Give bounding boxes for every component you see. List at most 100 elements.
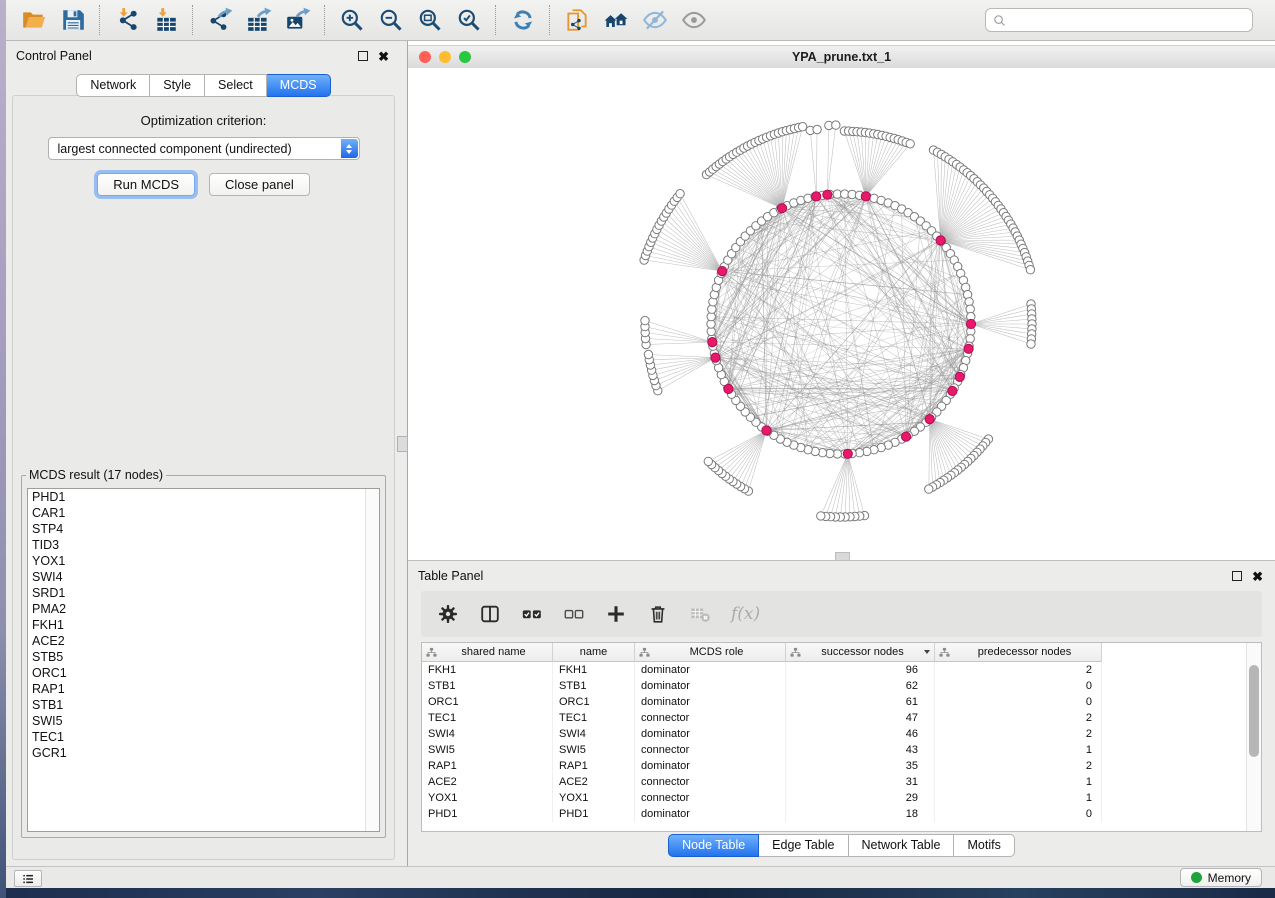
table-row[interactable]: ORC1ORC1dominator610	[422, 694, 1102, 710]
table-cell: PHD1	[553, 806, 635, 822]
mcds-node-item[interactable]: FKH1	[28, 617, 379, 633]
mcds-node-item[interactable]: YOX1	[28, 553, 379, 569]
import-table-button[interactable]	[146, 3, 185, 37]
network-window-titlebar[interactable]: YPA_prune.txt_1	[408, 45, 1275, 69]
mcds-node-item[interactable]: GCR1	[28, 745, 379, 761]
deselect-all-button[interactable]	[563, 603, 585, 625]
delete-column-icon	[647, 603, 669, 625]
column-header-predecessor-nodes[interactable]: predecessor nodes	[935, 643, 1102, 662]
add-column-button[interactable]	[605, 603, 627, 625]
tab-edge-table[interactable]: Edge Table	[759, 834, 848, 857]
column-header-successor-nodes[interactable]: successor nodes	[786, 643, 935, 662]
table-scrollbar-thumb[interactable]	[1249, 665, 1259, 757]
table-scrollbar[interactable]	[1246, 643, 1261, 831]
mcds-node-item[interactable]: ORC1	[28, 665, 379, 681]
control-panel: Control Panel ✖ NetworkStyleSelectMCDS O…	[6, 41, 401, 866]
mcds-node-item[interactable]: SRD1	[28, 585, 379, 601]
table-cell: 61	[786, 694, 935, 710]
export-image-icon	[285, 7, 311, 33]
export-network-button[interactable]	[200, 3, 239, 37]
minimize-window-icon[interactable]	[439, 51, 451, 63]
mcds-node-item[interactable]: RAP1	[28, 681, 379, 697]
table-row[interactable]: FKH1FKH1dominator962	[422, 662, 1102, 678]
vertical-splitter-handle[interactable]	[397, 436, 408, 452]
search-input[interactable]	[1007, 10, 1246, 30]
import-table-icon	[153, 7, 179, 33]
tab-motifs[interactable]: Motifs	[954, 834, 1014, 857]
optimization-criterion-label: Optimization criterion:	[13, 113, 394, 128]
mcds-node-item[interactable]: TID3	[28, 537, 379, 553]
table-row[interactable]: SWI5SWI5connector431	[422, 742, 1102, 758]
tab-mcds[interactable]: MCDS	[267, 74, 331, 97]
column-header-MCDS-role[interactable]: MCDS role	[635, 643, 786, 662]
hide-selected-button[interactable]	[635, 3, 674, 37]
table-toolbar: f(x)	[421, 591, 1262, 637]
open-folder-button[interactable]	[14, 3, 53, 37]
mcds-node-item[interactable]: TEC1	[28, 729, 379, 745]
save-session-button[interactable]	[53, 3, 92, 37]
close-window-icon[interactable]	[419, 51, 431, 63]
zoom-out-button[interactable]	[371, 3, 410, 37]
close-panel-button[interactable]: Close panel	[209, 173, 310, 196]
table-row[interactable]: ACE2ACE2connector311	[422, 774, 1102, 790]
columns-button[interactable]	[479, 603, 501, 625]
export-image-button[interactable]	[278, 3, 317, 37]
tab-select[interactable]: Select	[205, 74, 267, 97]
close-panel-icon[interactable]: ✖	[378, 50, 389, 63]
mcds-node-item[interactable]: PHD1	[28, 489, 379, 505]
zoom-in-button[interactable]	[332, 3, 371, 37]
table-row[interactable]: PHD1PHD1dominator180	[422, 806, 1102, 822]
select-all-button[interactable]	[521, 603, 543, 625]
mcds-result-list[interactable]: PHD1CAR1STP4TID3YOX1SWI4SRD1PMA2FKH1ACE2…	[27, 488, 380, 832]
zoom-fit-button[interactable]	[410, 3, 449, 37]
maximize-window-icon[interactable]	[459, 51, 471, 63]
duplicate-network-button[interactable]	[557, 3, 596, 37]
table-panel-title: Table Panel	[418, 569, 483, 583]
delete-column-button[interactable]	[647, 603, 669, 625]
mcds-node-item[interactable]: ACE2	[28, 633, 379, 649]
mcds-node-item[interactable]: STB1	[28, 697, 379, 713]
criterion-dropdown[interactable]: largest connected component (undirected)	[48, 137, 360, 160]
main-toolbar	[6, 0, 1275, 41]
close-table-panel-icon[interactable]: ✖	[1252, 570, 1263, 583]
tab-node-table[interactable]: Node Table	[668, 834, 759, 857]
float-panel-icon[interactable]	[358, 51, 368, 61]
list-scrollbar[interactable]	[365, 489, 379, 831]
tab-style[interactable]: Style	[150, 74, 205, 97]
column-header-shared-name[interactable]: shared name	[422, 643, 553, 662]
mcds-node-item[interactable]: CAR1	[28, 505, 379, 521]
zoom-selected-button[interactable]	[449, 3, 488, 37]
mcds-node-item[interactable]: STB5	[28, 649, 379, 665]
import-network-button[interactable]	[107, 3, 146, 37]
mcds-node-item[interactable]: PMA2	[28, 601, 379, 617]
task-history-button[interactable]	[14, 870, 42, 887]
table-row[interactable]: RAP1RAP1dominator352	[422, 758, 1102, 774]
refresh-view-button[interactable]	[503, 3, 542, 37]
search-box[interactable]	[985, 8, 1253, 32]
network-graph[interactable]	[408, 68, 1275, 560]
table-row[interactable]: SWI4SWI4dominator462	[422, 726, 1102, 742]
select-all-icon	[521, 603, 543, 625]
table-row[interactable]: YOX1YOX1connector291	[422, 790, 1102, 806]
mcds-node-item[interactable]: SWI5	[28, 713, 379, 729]
network-canvas[interactable]	[408, 68, 1275, 560]
add-column-icon	[605, 603, 627, 625]
table-cell: 47	[786, 710, 935, 726]
show-all-button[interactable]	[674, 3, 713, 37]
duplicate-network-icon	[564, 7, 590, 33]
column-header-name[interactable]: name	[553, 643, 635, 662]
table-row[interactable]: STB1STB1dominator620	[422, 678, 1102, 694]
memory-button[interactable]: Memory	[1180, 868, 1262, 887]
tab-network[interactable]: Network	[76, 74, 150, 97]
first-neighbors-button[interactable]	[596, 3, 635, 37]
mcds-node-item[interactable]: SWI4	[28, 569, 379, 585]
table-cell: 2	[935, 662, 1102, 678]
table-row[interactable]: TEC1TEC1connector472	[422, 710, 1102, 726]
gear-button[interactable]	[437, 603, 459, 625]
run-mcds-button[interactable]: Run MCDS	[97, 173, 195, 196]
table-cell: RAP1	[553, 758, 635, 774]
tab-network-table[interactable]: Network Table	[849, 834, 955, 857]
float-table-panel-icon[interactable]	[1232, 571, 1242, 581]
mcds-node-item[interactable]: STP4	[28, 521, 379, 537]
export-table-button[interactable]	[239, 3, 278, 37]
